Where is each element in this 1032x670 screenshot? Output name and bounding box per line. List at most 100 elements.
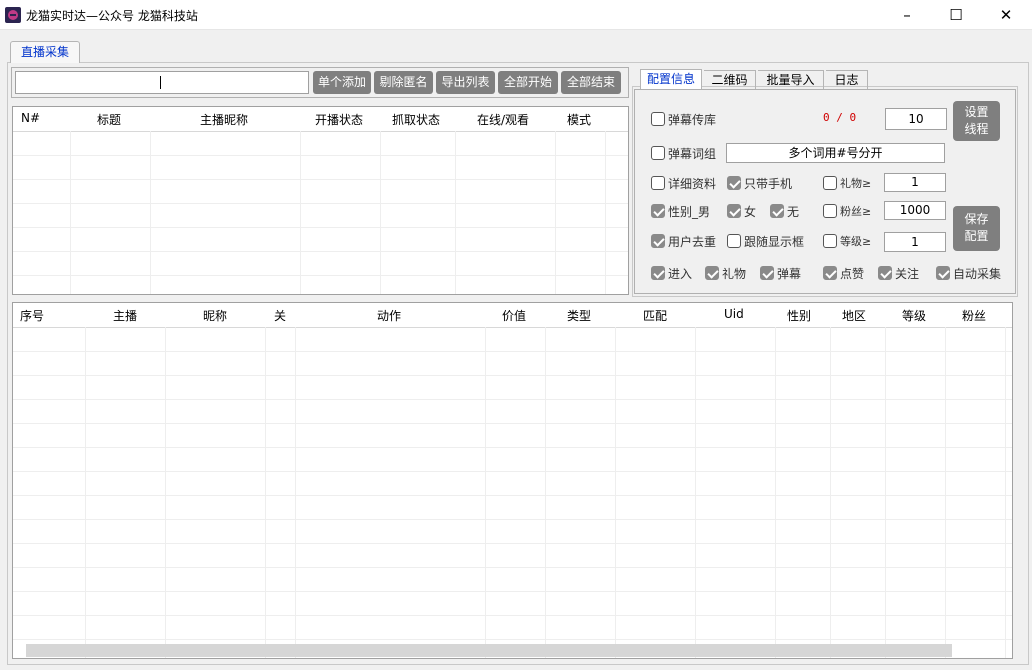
- checkbox-icon: [878, 266, 892, 280]
- grid-line: [13, 227, 628, 228]
- grid-line: [165, 327, 166, 658]
- col-nickname[interactable]: 昵称: [203, 307, 227, 324]
- danmu-words-input[interactable]: 多个词用#号分开: [726, 143, 945, 163]
- set-threads-button[interactable]: 设置 线程: [953, 101, 1000, 141]
- col-value[interactable]: 价值: [502, 307, 526, 324]
- grid-line: [13, 519, 1012, 520]
- horizontal-scrollbar[interactable]: [26, 644, 952, 657]
- gift-threshold-checkbox[interactable]: 礼物≥: [823, 174, 871, 192]
- add-single-button[interactable]: 单个添加: [313, 71, 371, 94]
- checkbox-label: 自动采集: [953, 266, 1002, 281]
- level-threshold-checkbox[interactable]: 等级≥: [823, 232, 871, 250]
- danmu-counter: 0 / 0: [823, 111, 857, 124]
- export-list-button[interactable]: 导出列表: [436, 71, 495, 94]
- stop-all-button[interactable]: 全部结束: [561, 71, 621, 94]
- event-table[interactable]: 序号 主播 昵称 关 动作 价值 类型 匹配 Uid 性别 地区 等级 粉丝: [12, 302, 1013, 659]
- col-match[interactable]: 匹配: [643, 307, 667, 324]
- col-uid[interactable]: Uid: [724, 307, 744, 321]
- level-threshold-input[interactable]: 1: [884, 232, 946, 252]
- event-gift-checkbox[interactable]: 礼物: [705, 264, 746, 282]
- grid-line: [485, 327, 486, 658]
- grid-line: [615, 327, 616, 658]
- tab-qrcode[interactable]: 二维码: [704, 70, 756, 89]
- col-n[interactable]: N#: [21, 111, 40, 125]
- checkbox-icon: [651, 112, 665, 126]
- col-gender[interactable]: 性别: [787, 307, 811, 324]
- col-online-views[interactable]: 在线/观看: [477, 111, 529, 128]
- minimize-button[interactable]: –: [884, 0, 930, 30]
- col-mode[interactable]: 模式: [567, 111, 591, 128]
- dedupe-user-checkbox[interactable]: 用户去重: [651, 232, 716, 250]
- gender-male-checkbox[interactable]: 性别_男: [651, 202, 710, 220]
- col-level[interactable]: 等级: [902, 307, 926, 324]
- col-index[interactable]: 序号: [20, 307, 44, 324]
- col-type[interactable]: 类型: [567, 307, 591, 324]
- follow-display-checkbox[interactable]: 跟随显示框: [727, 232, 804, 250]
- grid-line: [775, 327, 776, 658]
- col-live-status[interactable]: 开播状态: [315, 111, 363, 128]
- grid-line: [13, 399, 1012, 400]
- col-title[interactable]: 标题: [97, 111, 121, 128]
- phone-only-checkbox[interactable]: 只带手机: [727, 174, 792, 192]
- checkbox-icon: [823, 266, 837, 280]
- detail-info-checkbox[interactable]: 详细资料: [651, 174, 716, 192]
- gender-none-checkbox[interactable]: 无: [770, 202, 799, 220]
- grid-line: [13, 471, 1012, 472]
- room-table-header: N# 标题 主播昵称 开播状态 抓取状态 在线/观看 模式: [13, 107, 628, 132]
- checkbox-label: 礼物: [722, 266, 747, 281]
- col-action[interactable]: 动作: [377, 307, 401, 324]
- threads-input[interactable]: 10: [885, 108, 947, 130]
- grid-line: [13, 251, 628, 252]
- gender-female-checkbox[interactable]: 女: [727, 202, 756, 220]
- checkbox-label: 性别_男: [668, 204, 711, 219]
- danmu-store-checkbox[interactable]: 弹幕传库: [651, 110, 716, 128]
- checkbox-icon: [770, 204, 784, 218]
- event-danmu-checkbox[interactable]: 弹幕: [760, 264, 801, 282]
- checkbox-icon: [727, 204, 741, 218]
- gift-threshold-input[interactable]: 1: [884, 173, 946, 192]
- event-follow-checkbox[interactable]: 关注: [878, 264, 919, 282]
- tab-live-collect[interactable]: 直播采集: [10, 41, 80, 63]
- col-fans[interactable]: 粉丝: [962, 307, 986, 324]
- save-config-button[interactable]: 保存 配置: [953, 206, 1000, 251]
- maximize-button[interactable]: ☐: [933, 0, 979, 30]
- window-title: 龙猫实时达—公众号 龙猫科技站: [26, 9, 198, 23]
- checkbox-label: 礼物≥: [840, 177, 872, 190]
- danmu-words-checkbox[interactable]: 弹幕词组: [651, 144, 716, 162]
- grid-line: [1005, 327, 1006, 658]
- checkbox-icon: [651, 204, 665, 218]
- text-caret: [160, 76, 161, 89]
- checkbox-label: 弹幕词组: [668, 146, 717, 161]
- checkbox-icon: [823, 176, 837, 190]
- col-grab-status[interactable]: 抓取状态: [392, 111, 440, 128]
- tab-log[interactable]: 日志: [826, 70, 868, 89]
- start-all-button[interactable]: 全部开始: [498, 71, 558, 94]
- grid-line: [13, 203, 628, 204]
- room-input[interactable]: [15, 71, 309, 94]
- col-anchor[interactable]: 主播: [113, 307, 137, 324]
- event-enter-checkbox[interactable]: 进入: [651, 264, 692, 282]
- grid-line: [13, 567, 1012, 568]
- remove-anonymous-button[interactable]: 剔除匿名: [374, 71, 433, 94]
- grid-line: [13, 639, 1012, 640]
- grid-line: [295, 327, 296, 658]
- tab-batch-import[interactable]: 批量导入: [758, 70, 824, 89]
- fans-threshold-checkbox[interactable]: 粉丝≥: [823, 202, 871, 220]
- room-table[interactable]: N# 标题 主播昵称 开播状态 抓取状态 在线/观看 模式: [12, 106, 629, 295]
- grid-line: [13, 543, 1012, 544]
- col-region[interactable]: 地区: [842, 307, 866, 324]
- grid-line: [13, 615, 1012, 616]
- event-like-checkbox[interactable]: 点赞: [823, 264, 864, 282]
- checkbox-label: 详细资料: [668, 176, 717, 191]
- checkbox-label: 等级≥: [840, 235, 872, 248]
- tab-config-info[interactable]: 配置信息: [640, 69, 702, 90]
- checkbox-label: 弹幕传库: [668, 112, 717, 127]
- checkbox-icon: [823, 204, 837, 218]
- checkbox-icon: [651, 234, 665, 248]
- col-relation[interactable]: 关: [274, 307, 286, 324]
- close-button[interactable]: ✕: [983, 0, 1029, 30]
- auto-collect-checkbox[interactable]: 自动采集: [936, 264, 1001, 282]
- grid-line: [265, 327, 266, 658]
- col-anchor-name[interactable]: 主播昵称: [200, 111, 248, 128]
- fans-threshold-input[interactable]: 1000: [884, 201, 946, 220]
